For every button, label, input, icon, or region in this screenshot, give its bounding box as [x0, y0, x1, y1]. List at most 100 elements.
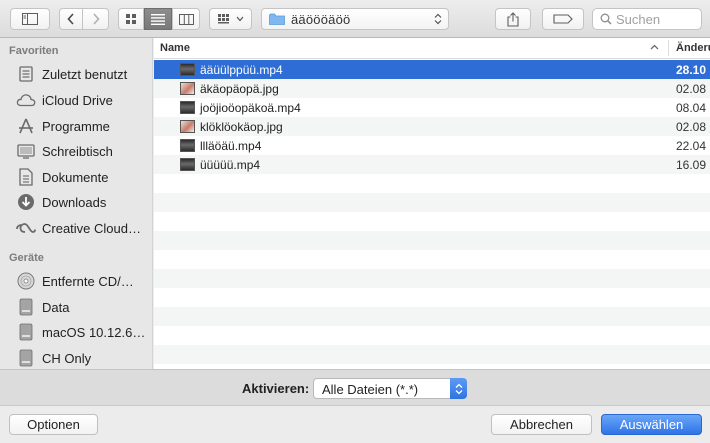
cancel-button[interactable]: Abbrechen	[491, 414, 592, 435]
sidebar-item-ch-only[interactable]: CH Only	[0, 346, 152, 369]
file-name: llläöäü.mp4	[200, 138, 262, 153]
path-popup-label: ääöööäöö	[291, 11, 351, 27]
sidebar: Favoriten Zuletzt benutzt iCloud Drive P…	[0, 38, 153, 369]
sidebar-item-applications[interactable]: Programme	[0, 114, 152, 138]
file-list: Name Änderungsdatum ääüülppüü.mp4 28.10 äk…	[154, 38, 710, 369]
tag-button[interactable]	[542, 8, 584, 30]
chevron-right-icon	[92, 13, 100, 25]
grid-icon	[125, 13, 136, 24]
search-input[interactable]	[616, 11, 686, 27]
options-button[interactable]: Optionen	[9, 414, 98, 435]
sidebar-item-label: CH Only	[42, 350, 92, 366]
video-thumbnail-icon	[180, 158, 195, 171]
updown-arrows-icon	[434, 13, 442, 25]
image-thumbnail-icon	[180, 120, 195, 133]
back-button[interactable]	[59, 8, 83, 30]
column-view-button[interactable]	[172, 8, 200, 30]
file-name: joöjioöopäkoä.mp4	[200, 100, 301, 115]
search-icon	[600, 13, 612, 25]
search-field[interactable]	[592, 8, 702, 30]
file-row[interactable]: klöklöokäop.jpg 02.08	[154, 117, 710, 136]
icon-view-button[interactable]	[118, 8, 144, 30]
sidebar-item-label: Entfernte CD/…	[42, 273, 134, 289]
sidebar-icon	[22, 13, 38, 25]
share-button[interactable]	[495, 8, 531, 30]
empty-row	[154, 174, 710, 193]
column-header-name[interactable]: Name	[160, 42, 190, 54]
file-row[interactable]: üüüüü.mp4 16.09	[154, 155, 710, 174]
file-date: 02.08	[676, 81, 707, 96]
drive-icon	[16, 297, 36, 317]
columns-icon	[178, 13, 194, 25]
list-view-button[interactable]	[144, 8, 172, 30]
sidebar-item-label: Dokumente	[42, 169, 109, 185]
recents-icon	[16, 64, 36, 84]
desktop-icon	[16, 141, 36, 161]
empty-row	[154, 250, 710, 269]
sidebar-item-label: Data	[42, 299, 70, 315]
video-thumbnail-icon	[180, 101, 195, 114]
applications-icon	[16, 116, 36, 136]
empty-row	[154, 307, 710, 326]
sidebar-item-documents[interactable]: Dokumente	[0, 165, 152, 189]
file-date: 02.08	[676, 119, 707, 134]
file-date: 22.04	[676, 138, 707, 153]
empty-row	[154, 326, 710, 345]
share-icon	[507, 11, 519, 27]
sidebar-item-macos[interactable]: macOS 10.12.6…	[0, 320, 152, 344]
empty-row	[154, 288, 710, 307]
empty-row	[154, 345, 710, 364]
video-thumbnail-icon	[180, 63, 195, 76]
empty-row	[154, 193, 710, 212]
sidebar-toggle-button[interactable]	[10, 8, 50, 30]
chevron-down-icon	[236, 16, 243, 22]
file-name: äkäopäopä.jpg	[200, 81, 279, 96]
image-thumbnail-icon	[180, 82, 195, 95]
documents-icon	[16, 167, 36, 187]
drive-icon	[16, 322, 36, 342]
enable-label: Aktivieren:	[242, 381, 310, 396]
choose-button[interactable]: Auswählen	[601, 414, 702, 435]
sort-ascending-icon	[650, 44, 659, 50]
file-row[interactable]: joöjioöopäkoä.mp4 08.04	[154, 98, 710, 117]
empty-row	[154, 269, 710, 288]
sidebar-item-label: Creative Cloud…	[42, 220, 141, 236]
path-popup[interactable]: ääöööäöö	[261, 8, 449, 30]
sidebar-item-label: Schreibtisch	[42, 143, 113, 159]
sidebar-item-creative-cloud[interactable]: Creative Cloud…	[0, 216, 152, 240]
file-row[interactable]: äkäopäopä.jpg 02.08	[154, 79, 710, 98]
file-row[interactable]: llläöäü.mp4 22.04	[154, 136, 710, 155]
column-header-date[interactable]: Änderungsdatum	[676, 42, 710, 54]
file-row[interactable]: ääüülppüü.mp4 28.10	[154, 60, 710, 79]
tag-icon	[553, 14, 573, 24]
empty-row	[154, 212, 710, 231]
sidebar-item-icloud-drive[interactable]: iCloud Drive	[0, 88, 152, 112]
sidebar-item-label: Downloads	[42, 194, 107, 210]
file-name: üüüüü.mp4	[200, 157, 261, 172]
file-type-popup[interactable]: Alle Dateien (*.*)	[313, 378, 467, 399]
arrange-button[interactable]	[209, 8, 252, 30]
downloads-icon	[16, 192, 36, 212]
forward-button[interactable]	[83, 8, 109, 30]
toolbar: ääöööäöö	[0, 0, 710, 38]
video-thumbnail-icon	[180, 139, 195, 152]
arrange-grid-icon	[217, 14, 229, 24]
cloud-icon	[16, 90, 36, 110]
sidebar-item-label: Zuletzt benutzt	[42, 66, 128, 82]
sidebar-header-devices: Geräte	[9, 252, 44, 264]
file-date: 16.09	[676, 157, 707, 172]
accessory-bar: Aktivieren: Alle Dateien (*.*)	[0, 369, 710, 406]
column-header: Name Änderungsdatum	[154, 38, 710, 59]
sidebar-item-data[interactable]: Data	[0, 295, 152, 319]
file-type-value: Alle Dateien (*.*)	[322, 382, 419, 397]
chevron-left-icon	[67, 13, 74, 25]
sidebar-item-label: iCloud Drive	[42, 92, 113, 108]
list-icon	[151, 13, 165, 25]
updown-arrows-icon	[455, 383, 462, 394]
sidebar-item-label: Programme	[42, 118, 110, 134]
sidebar-item-remote-disc[interactable]: Entfernte CD/…	[0, 269, 152, 293]
sidebar-item-recents[interactable]: Zuletzt benutzt	[0, 62, 152, 86]
sidebar-item-downloads[interactable]: Downloads	[0, 190, 152, 214]
column-divider[interactable]	[668, 40, 669, 56]
sidebar-item-desktop[interactable]: Schreibtisch	[0, 139, 152, 163]
